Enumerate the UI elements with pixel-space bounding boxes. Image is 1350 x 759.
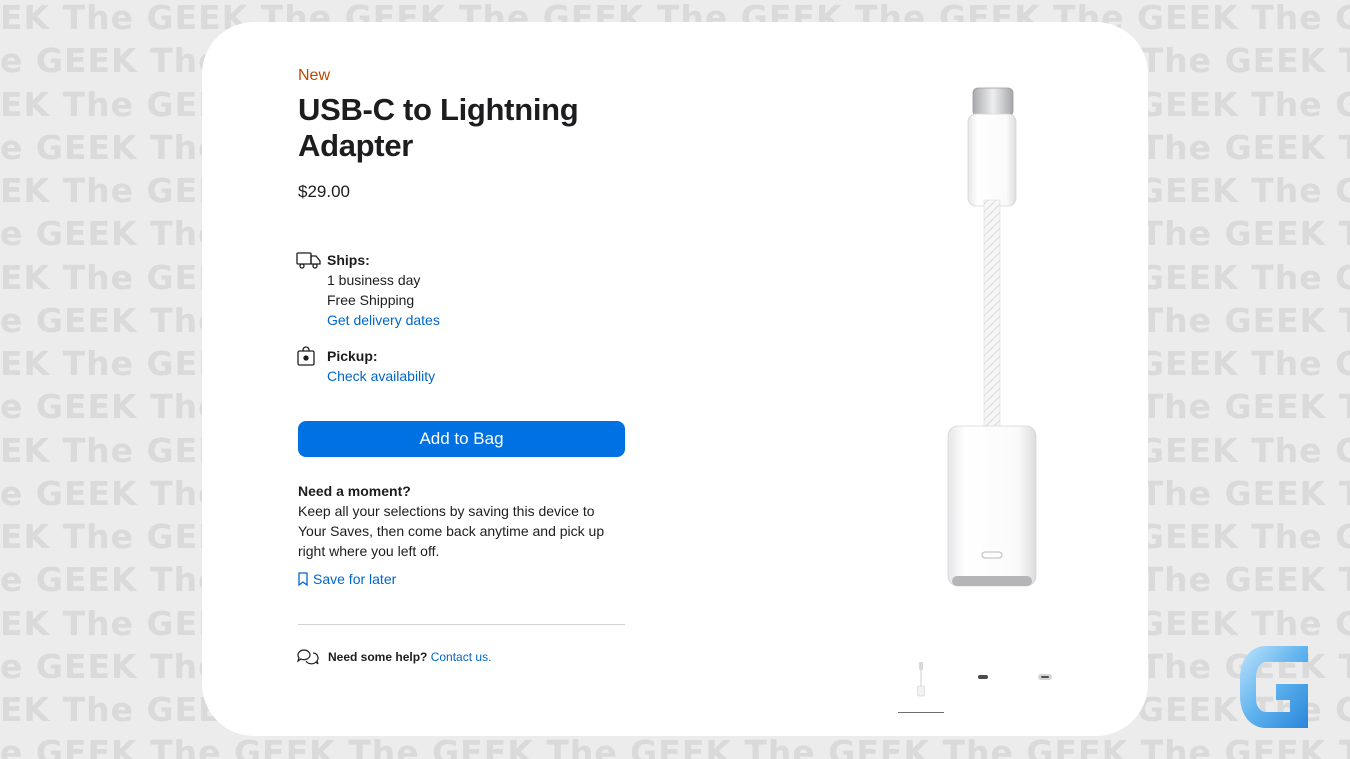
thumbnail-2[interactable] [960, 658, 1006, 712]
ships-section: Ships: 1 business day Free Shipping Get … [327, 250, 440, 330]
pickup-label: Pickup: [327, 348, 378, 364]
product-image [938, 82, 1048, 602]
save-for-later-label: Save for later [313, 571, 397, 587]
pickup-section: Pickup: Check availability [327, 346, 435, 386]
chat-bubbles-icon [296, 649, 319, 665]
help-section: Need some help? Contact us. [296, 647, 491, 667]
check-availability-link[interactable]: Check availability [327, 368, 435, 384]
watermark-row: e GEEK The GEEK The GEEK The GEEK The GE… [0, 733, 1350, 759]
adapter-image [947, 87, 1037, 587]
ships-shipping: Free Shipping [327, 292, 415, 308]
help-question: Need some help? [328, 650, 428, 664]
the-geek-logo [1236, 644, 1312, 730]
divider [298, 624, 625, 625]
get-delivery-dates-link[interactable]: Get delivery dates [327, 312, 440, 328]
thumbnail-3[interactable] [1022, 658, 1068, 712]
new-badge: New [298, 67, 331, 84]
save-for-later-link[interactable]: Save for later [298, 571, 396, 587]
product-price: $29.00 [298, 182, 350, 201]
need-a-moment-body: Keep all your selections by saving this … [298, 503, 605, 559]
gallery-thumbnails [898, 658, 1078, 714]
bookmark-icon [298, 572, 308, 586]
contact-us-link[interactable]: Contact us. [431, 650, 492, 664]
thumbnail-1[interactable] [898, 658, 944, 713]
truck-icon [296, 250, 322, 275]
ships-time: 1 business day [327, 272, 421, 288]
product-title: USB-C to Lightning Adapter [298, 92, 579, 163]
shopping-bag-icon [296, 346, 316, 371]
product-card: New USB-C to Lightning Adapter $29.00 Sh… [202, 22, 1148, 736]
need-a-moment-heading: Need a moment? [298, 483, 411, 499]
ships-label: Ships: [327, 252, 370, 268]
need-a-moment-section: Need a moment? Keep all your selections … [298, 481, 618, 561]
add-to-bag-button[interactable]: Add to Bag [298, 421, 625, 457]
